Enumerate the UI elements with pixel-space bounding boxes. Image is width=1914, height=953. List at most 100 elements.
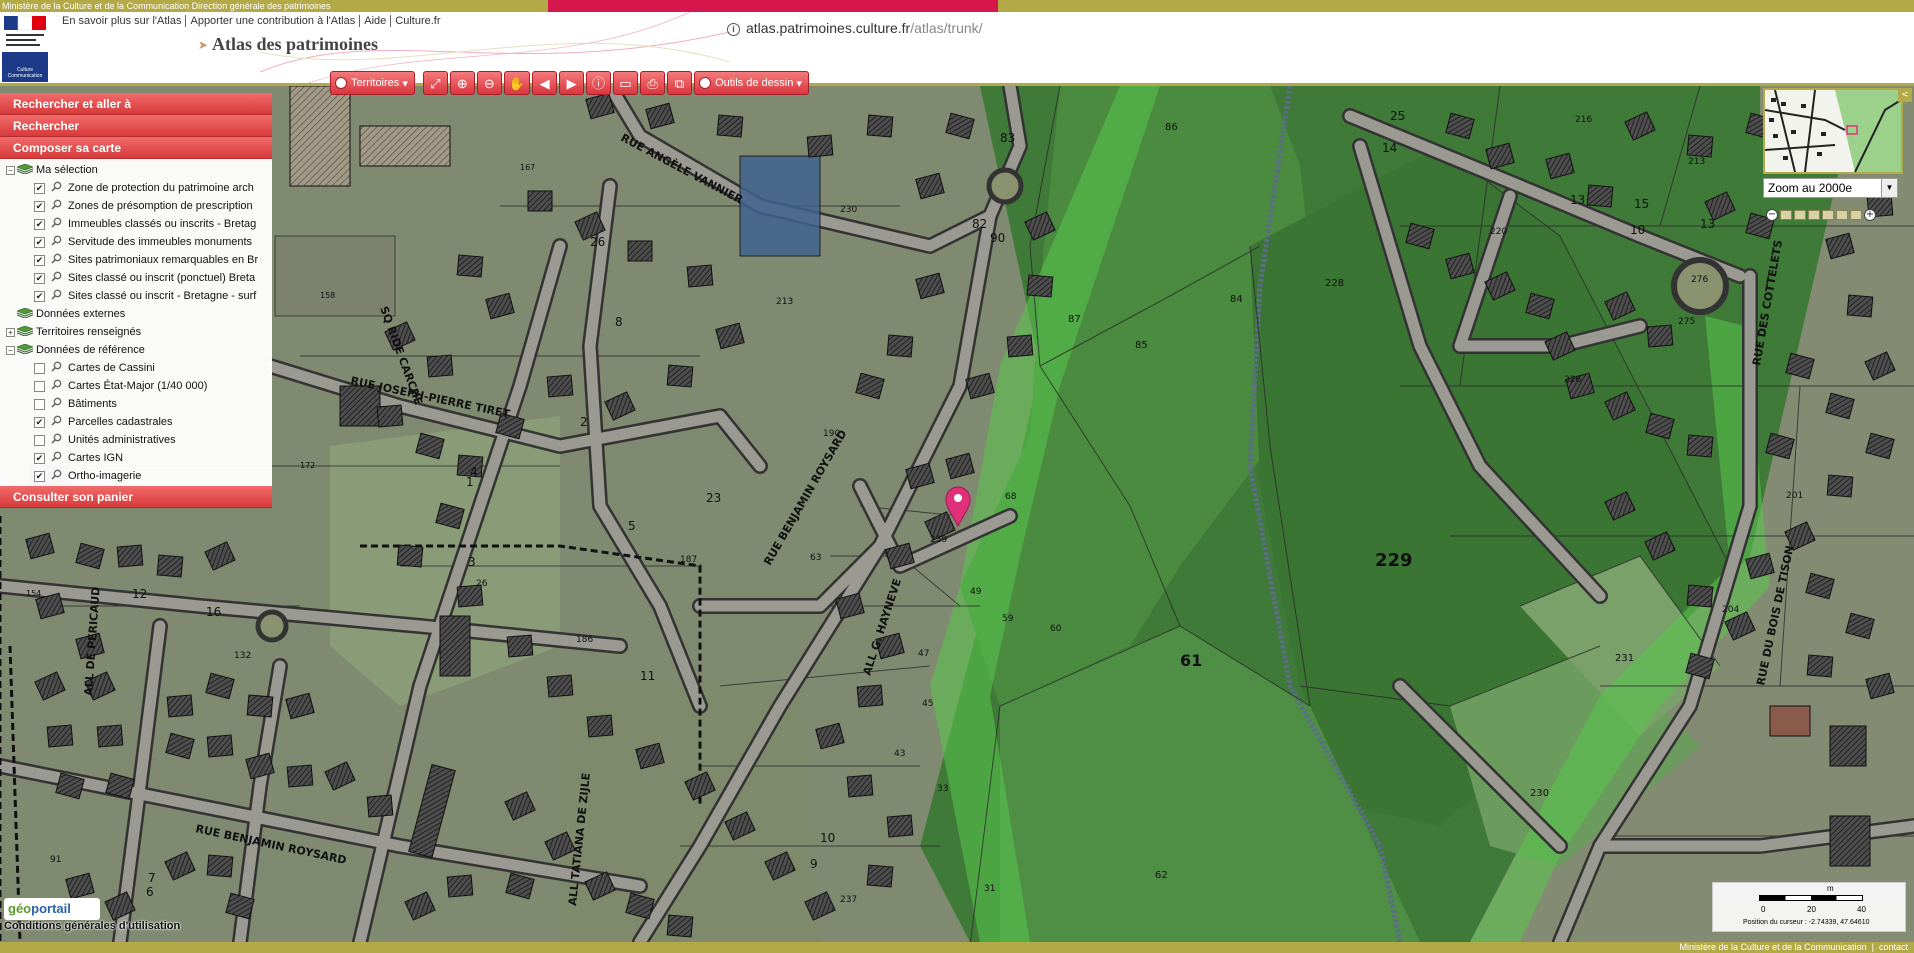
- culture-communication-logo[interactable]: Culture Communication: [2, 52, 48, 82]
- map-canvas[interactable]: 229 61 228 231 230 62 85 84 86 87 60 59 …: [0, 86, 1914, 942]
- parcel-label-14: 14: [1382, 141, 1397, 155]
- consulter-panier-header[interactable]: Consulter son panier: [0, 486, 272, 508]
- layer-checkbox[interactable]: ✔: [34, 290, 45, 302]
- url-bar[interactable]: i atlas.patrimoines.culture.fr/atlas/trun…: [727, 14, 983, 42]
- composer-carte-header[interactable]: Composer sa carte: [0, 137, 272, 159]
- magnifier-icon[interactable]: [51, 433, 68, 447]
- layer-checkbox[interactable]: ✔: [34, 218, 45, 230]
- magnifier-icon[interactable]: [51, 181, 68, 195]
- full-extent-button[interactable]: ⤢: [422, 71, 448, 95]
- geoportail-logo[interactable]: géoportail: [4, 898, 100, 920]
- magnifier-icon[interactable]: [51, 469, 68, 483]
- layer-checkbox[interactable]: ✔: [34, 200, 45, 212]
- info-button[interactable]: ⓘ: [586, 71, 612, 95]
- magnifier-icon[interactable]: [51, 415, 68, 429]
- layer-group[interactable]: + Territoires renseignés: [6, 323, 272, 341]
- scale-label-40: 40: [1857, 905, 1866, 914]
- outils-dessin-dropdown[interactable]: Outils de dessin ▾: [694, 71, 809, 95]
- layer-checkbox[interactable]: ✔: [34, 452, 45, 464]
- parcel-label-172: 172: [300, 461, 315, 470]
- house: [866, 114, 894, 138]
- layer-checkbox[interactable]: [34, 398, 45, 410]
- layer-checkbox[interactable]: ✔: [34, 272, 45, 284]
- globe-icon: [699, 77, 712, 89]
- measure-button[interactable]: ▭: [613, 71, 639, 95]
- parcel-label-226: 226: [1564, 375, 1581, 385]
- zoom-step[interactable]: [1808, 210, 1820, 220]
- magnifier-icon[interactable]: [51, 379, 68, 393]
- zoom-in-button[interactable]: ⊕: [449, 71, 475, 95]
- layer-item[interactable]: ✔ Servitude des immeubles monuments: [6, 233, 272, 251]
- layer-item[interactable]: ✔ Zone de protection du patrimoine arch: [6, 179, 272, 197]
- map-svg[interactable]: 229 61 228 231 230 62 85 84 86 87 60 59 …: [0, 86, 1914, 942]
- tree-toggle-icon[interactable]: +: [6, 327, 15, 337]
- house: [1006, 334, 1034, 358]
- layer-item[interactable]: Bâtiments: [6, 395, 272, 413]
- parcel-label-3: 3: [468, 555, 476, 569]
- zoom-step[interactable]: [1850, 210, 1862, 220]
- layer-label: Sites classé ou inscrit - Bretagne - sur…: [68, 290, 257, 302]
- layer-item[interactable]: ✔ Parcelles cadastrales: [6, 413, 272, 431]
- layer-checkbox[interactable]: ✔: [34, 470, 45, 482]
- zoom-out-button[interactable]: ⊖: [476, 71, 502, 95]
- layer-checkbox[interactable]: ✔: [34, 416, 45, 428]
- layer-item[interactable]: ✔ Sites classé ou inscrit - Bretagne - su…: [6, 287, 272, 305]
- layer-item[interactable]: ✔ Zones de présomption de prescription: [6, 197, 272, 215]
- magnifier-icon[interactable]: [51, 397, 68, 411]
- link-en-savoir-plus[interactable]: En savoir plus sur l'Atlas: [58, 15, 187, 27]
- layer-label: Bâtiments: [68, 398, 117, 410]
- layer-checkbox[interactable]: ✔: [34, 254, 45, 266]
- layer-checkbox[interactable]: ✔: [34, 236, 45, 248]
- rechercher-header[interactable]: Rechercher: [0, 115, 272, 137]
- zoom-step[interactable]: [1794, 210, 1806, 220]
- layer-item[interactable]: ✔ Cartes IGN: [6, 449, 272, 467]
- overview-map[interactable]: [1763, 88, 1903, 174]
- pan-button[interactable]: ✋: [503, 71, 531, 95]
- layer-group[interactable]: Données externes: [6, 305, 272, 323]
- tree-toggle-icon[interactable]: −: [6, 165, 15, 175]
- previous-view-button[interactable]: ◀: [532, 71, 558, 95]
- layer-item[interactable]: Cartes de Cassini: [6, 359, 272, 377]
- magnifier-icon[interactable]: [51, 217, 68, 231]
- layer-item[interactable]: ✔ Immeubles classés ou inscrits - Bretag: [6, 215, 272, 233]
- print-button[interactable]: ⎙: [640, 71, 666, 95]
- footer-contact-link[interactable]: contact: [1879, 942, 1908, 952]
- layer-checkbox[interactable]: [34, 380, 45, 392]
- zoom-step[interactable]: [1822, 210, 1834, 220]
- layer-item[interactable]: Unités administratives: [6, 431, 272, 449]
- export-button[interactable]: ⧉: [667, 71, 693, 95]
- layer-group[interactable]: − Ma sélection: [6, 161, 272, 179]
- parcel-label-84: 84: [1230, 294, 1243, 305]
- parcel-label-59: 59: [1002, 614, 1014, 624]
- cgu-link[interactable]: Conditions générales d'utilisation: [4, 920, 180, 932]
- layer-group[interactable]: − Données de référence: [6, 341, 272, 359]
- tree-toggle-icon[interactable]: −: [6, 345, 15, 355]
- layer-item[interactable]: Cartes État-Major (1/40 000): [6, 377, 272, 395]
- magnifier-icon[interactable]: [51, 271, 68, 285]
- marianne-logo[interactable]: [2, 14, 48, 48]
- magnifier-icon[interactable]: [51, 451, 68, 465]
- layer-checkbox[interactable]: ✔: [34, 182, 45, 194]
- magnifier-icon[interactable]: [51, 361, 68, 375]
- previous-view-icon: ◀: [539, 75, 550, 91]
- territoires-dropdown[interactable]: Territoires ▾: [330, 71, 415, 95]
- info-icon[interactable]: i: [727, 22, 740, 36]
- layer-checkbox[interactable]: [34, 434, 45, 446]
- zoom-select[interactable]: Zoom au 2000e ▼: [1763, 178, 1898, 198]
- rechercher-aller-header[interactable]: Rechercher et aller à: [0, 93, 272, 115]
- next-view-button[interactable]: ▶: [559, 71, 585, 95]
- layer-checkbox[interactable]: [34, 362, 45, 374]
- zoom-step[interactable]: [1836, 210, 1848, 220]
- layer-item[interactable]: ✔ Sites classé ou inscrit (ponctuel) Bret…: [6, 269, 272, 287]
- magnifier-icon[interactable]: [51, 199, 68, 213]
- magnifier-icon[interactable]: [51, 253, 68, 267]
- layer-item[interactable]: ✔ Ortho-imagerie: [6, 467, 272, 485]
- magnifier-icon[interactable]: [51, 289, 68, 303]
- zoom-step[interactable]: [1780, 210, 1792, 220]
- magnifier-icon[interactable]: [51, 235, 68, 249]
- house: [376, 404, 404, 428]
- zoom-plus-button[interactable]: +: [1864, 209, 1876, 221]
- overview-expand-button[interactable]: <: [1898, 88, 1912, 102]
- zoom-minus-button[interactable]: −: [1766, 209, 1778, 221]
- layer-item[interactable]: ✔ Sites patrimoniaux remarquables en Br: [6, 251, 272, 269]
